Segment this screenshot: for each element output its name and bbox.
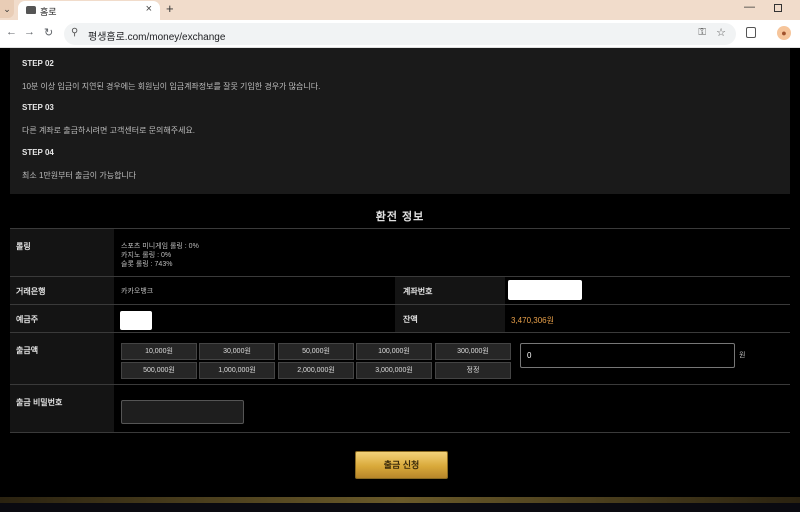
password-key-icon[interactable]: ⚿	[698, 27, 706, 38]
amount-button-300000[interactable]: 300,000원	[435, 343, 511, 360]
step-text: 다른 계좌로 출금하시려면 고객센터로 문의해주세요.	[22, 126, 196, 135]
profile-avatar-icon[interactable]: ●	[777, 26, 791, 40]
amount-button-10000[interactable]: 10,000원	[121, 343, 197, 360]
footer	[0, 503, 800, 512]
account-number-redacted	[508, 280, 582, 300]
minimize-button[interactable]: —	[744, 1, 755, 13]
step-title: STEP 02	[22, 59, 54, 68]
amount-button-500000[interactable]: 500,000원	[121, 362, 197, 379]
holder-name-redacted	[120, 311, 152, 330]
bank-row: 거래은행 카카오뱅크 계좌번호	[10, 277, 790, 305]
amount-button-50000[interactable]: 50,000원	[278, 343, 354, 360]
step-title: STEP 04	[22, 148, 54, 157]
withdraw-submit-button[interactable]: 출금 신청	[355, 451, 448, 479]
amount-reset-button[interactable]: 정정	[435, 362, 511, 379]
rolling-line: 슬롯 롤링 : 743%	[121, 261, 173, 268]
holder-row: 예금주 잔액 3,470,306원	[10, 305, 790, 333]
amount-button-2000000[interactable]: 2,000,000원	[278, 362, 354, 379]
step-title: STEP 03	[22, 103, 54, 112]
new-tab-button[interactable]: +	[166, 1, 174, 16]
bookmark-star-icon[interactable]: ☆	[716, 26, 726, 39]
back-icon[interactable]: ←	[6, 26, 17, 38]
account-label: 계좌번호	[395, 277, 505, 304]
amount-label: 출금액	[10, 333, 114, 384]
bank-label: 거래은행	[10, 277, 114, 304]
rolling-label: 롤링	[10, 229, 114, 276]
page-content: STEP 02 10분 이상 입금이 지연된 경우에는 회원님이 입금계좌정보를…	[0, 48, 800, 512]
password-label: 출금 비밀번호	[10, 385, 114, 432]
amount-input[interactable]: 0	[520, 343, 735, 368]
amount-button-1000000[interactable]: 1,000,000원	[199, 362, 275, 379]
holder-label: 예금주	[10, 305, 114, 332]
url-text[interactable]: 평생홈로.com/money/exchange	[88, 28, 225, 43]
section-title: 환전 정보	[375, 211, 425, 223]
amount-button-100000[interactable]: 100,000원	[356, 343, 432, 360]
step-text: 최소 1만원부터 출금이 가능합니다	[22, 171, 137, 180]
withdraw-password-input[interactable]	[121, 400, 244, 424]
extensions-icon[interactable]	[746, 27, 756, 38]
step-text: 10분 이상 입금이 지연된 경우에는 회원님이 입금계좌정보를 잘못 기입한 …	[22, 82, 321, 91]
site-info-icon[interactable]: ⚲	[71, 27, 78, 38]
maximize-button[interactable]	[774, 4, 782, 12]
browser-tab[interactable]: 홈로 ×	[18, 1, 160, 20]
amount-button-30000[interactable]: 30,000원	[199, 343, 275, 360]
reload-icon[interactable]: ↻	[44, 26, 53, 39]
steps-panel: STEP 02 10분 이상 입금이 지연된 경우에는 회원님이 입금계좌정보를…	[10, 48, 790, 194]
tab-title: 홈로	[40, 7, 57, 17]
address-bar[interactable]: ⚲ 평생홈로.com/money/exchange ⚿ ☆	[64, 23, 736, 45]
tab-close-icon[interactable]: ×	[146, 3, 152, 15]
balance-value: 3,470,306원	[511, 316, 554, 325]
forward-icon[interactable]: →	[24, 26, 35, 38]
browser-toolbar: ← → ↻ ⚲ 평생홈로.com/money/exchange ⚿ ☆ ●	[0, 20, 800, 48]
balance-label: 잔액	[395, 305, 505, 332]
exchange-info-table: 롤링 스포츠 미니게임 롤링 : 0% 카지노 롤링 : 0% 슬롯 롤링 : …	[10, 228, 790, 433]
tab-bar: ⌄ 홈로 × + —	[0, 0, 800, 20]
tab-favicon-icon	[26, 6, 36, 14]
amount-unit: 원	[739, 352, 746, 359]
rolling-row: 롤링 스포츠 미니게임 롤링 : 0% 카지노 롤링 : 0% 슬롯 롤링 : …	[10, 229, 790, 277]
bank-value: 카카오뱅크	[121, 288, 154, 295]
tab-search-chevron-icon[interactable]: ⌄	[0, 0, 14, 18]
amount-button-3000000[interactable]: 3,000,000원	[356, 362, 432, 379]
